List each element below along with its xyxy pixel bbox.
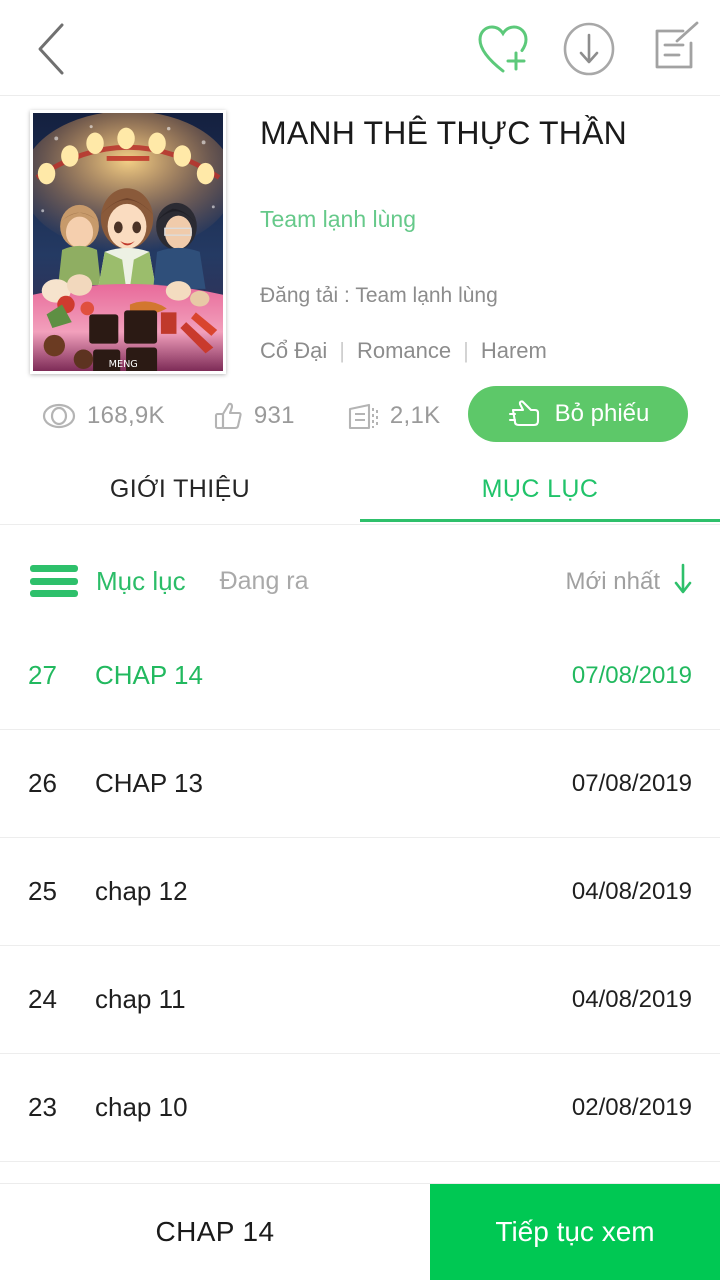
eye-icon xyxy=(42,403,76,429)
chapter-date: 04/08/2019 xyxy=(571,877,692,905)
table-row[interactable]: 24 chap 11 04/08/2019 xyxy=(0,946,720,1054)
sort-label: Mới nhất xyxy=(565,567,660,595)
chapter-toolbar: Mục lục Đang ra Mới nhất xyxy=(0,540,720,622)
toc-label[interactable]: Mục lục xyxy=(96,566,186,597)
tickets-stat: 2,1K xyxy=(347,395,441,437)
svg-text:MENG: MENG xyxy=(109,359,138,370)
sort-control[interactable]: Mới nhất xyxy=(566,562,694,601)
vote-button[interactable]: Bỏ phiếu xyxy=(468,386,688,442)
chapter-number: 27 xyxy=(28,660,57,690)
book-title: MANH THÊ THỰC THẦN xyxy=(260,115,627,151)
chapter-date: 07/08/2019 xyxy=(571,661,692,689)
vote-hand-icon xyxy=(508,400,539,427)
chapter-number: 23 xyxy=(28,1092,57,1122)
chapter-date: 07/08/2019 xyxy=(571,769,692,797)
top-bar-actions xyxy=(472,18,706,80)
views-count: 168,9K xyxy=(87,402,165,429)
chapter-title: CHAP 14 xyxy=(95,660,203,690)
chapter-title: chap 10 xyxy=(95,1092,188,1122)
series-status-label: Đang ra xyxy=(219,566,309,595)
chapter-title: CHAP 13 xyxy=(95,768,203,798)
views-stat: 168,9K xyxy=(42,395,165,437)
genre-tag-3[interactable]: Harem xyxy=(481,337,547,365)
genre-tag-1[interactable]: Cổ Đại xyxy=(260,337,327,365)
chapter-number: 25 xyxy=(28,876,57,906)
book-detail-screen: MENG MANH THÊ THỰC THẦN Team lạnh lùng Đ… xyxy=(0,0,720,1280)
stats-row: 168,9K 931 2,1K Bỏ phiếu xyxy=(0,385,720,447)
tab-active-indicator xyxy=(360,519,720,522)
arrow-down-icon xyxy=(672,562,694,601)
current-chapter-button[interactable]: CHAP 14 xyxy=(0,1184,430,1280)
continue-reading-button[interactable]: Tiếp tục xem xyxy=(430,1184,720,1280)
chevron-left-icon xyxy=(38,23,64,75)
tab-muc-luc[interactable]: MỤC LỤC xyxy=(360,455,720,524)
book-cover-image[interactable]: MENG xyxy=(30,110,226,374)
likes-count: 931 xyxy=(253,402,295,429)
top-app-bar xyxy=(0,0,720,96)
table-row[interactable]: 26 CHAP 13 07/08/2019 xyxy=(0,730,720,838)
table-row[interactable]: 25 chap 12 04/08/2019 xyxy=(0,838,720,946)
download-button[interactable] xyxy=(558,18,620,80)
comment-button[interactable] xyxy=(644,18,706,80)
book-author-link[interactable]: Team lạnh lùng xyxy=(260,205,710,233)
back-button[interactable] xyxy=(22,20,82,78)
genre-separator: | xyxy=(463,338,469,363)
table-row[interactable]: 23 chap 10 02/08/2019 xyxy=(0,1054,720,1162)
chapter-number: 24 xyxy=(28,984,57,1014)
chapter-list[interactable]: 27 CHAP 14 07/08/2019 26 CHAP 13 07/08/2… xyxy=(0,622,720,1182)
tickets-count: 2,1K xyxy=(389,402,441,429)
book-info-section: MENG MANH THÊ THỰC THẦN Team lạnh lùng Đ… xyxy=(0,97,720,377)
cover-artwork: MENG xyxy=(33,113,223,371)
bottom-action-bar: CHAP 14 Tiếp tục xem xyxy=(0,1183,720,1280)
book-meta: MANH THÊ THỰC THẦN Team lạnh lùng Đăng t… xyxy=(260,97,710,365)
table-row-partial[interactable] xyxy=(0,1162,720,1182)
add-to-library-button[interactable] xyxy=(472,18,534,80)
genre-separator: | xyxy=(339,338,345,363)
likes-stat: 931 xyxy=(213,395,295,437)
tab-gioi-thieu[interactable]: GIỚI THIỆU xyxy=(0,455,360,524)
chapter-number: 26 xyxy=(28,768,57,798)
book-genres: Cổ Đại | Romance | Harem xyxy=(260,337,710,365)
chapter-title: chap 12 xyxy=(95,876,188,906)
book-uploader: Đăng tải : Team lạnh lùng xyxy=(260,284,498,307)
note-edit-icon xyxy=(655,21,699,69)
thumbs-up-icon xyxy=(214,402,242,430)
menu-icon[interactable] xyxy=(30,565,78,597)
vote-button-label: Bỏ phiếu xyxy=(554,400,650,427)
download-circle-icon xyxy=(563,22,615,76)
heart-plus-icon xyxy=(478,25,528,73)
chapter-title: chap 11 xyxy=(95,984,186,1014)
genre-tag-2[interactable]: Romance xyxy=(357,337,451,365)
chapter-date: 02/08/2019 xyxy=(571,1093,692,1121)
chapter-date: 04/08/2019 xyxy=(571,985,692,1013)
tab-divider xyxy=(0,524,720,525)
table-row[interactable]: 27 CHAP 14 07/08/2019 xyxy=(0,622,720,730)
tab-bar: GIỚI THIỆU MỤC LỤC xyxy=(0,455,720,524)
ticket-icon xyxy=(348,403,378,430)
